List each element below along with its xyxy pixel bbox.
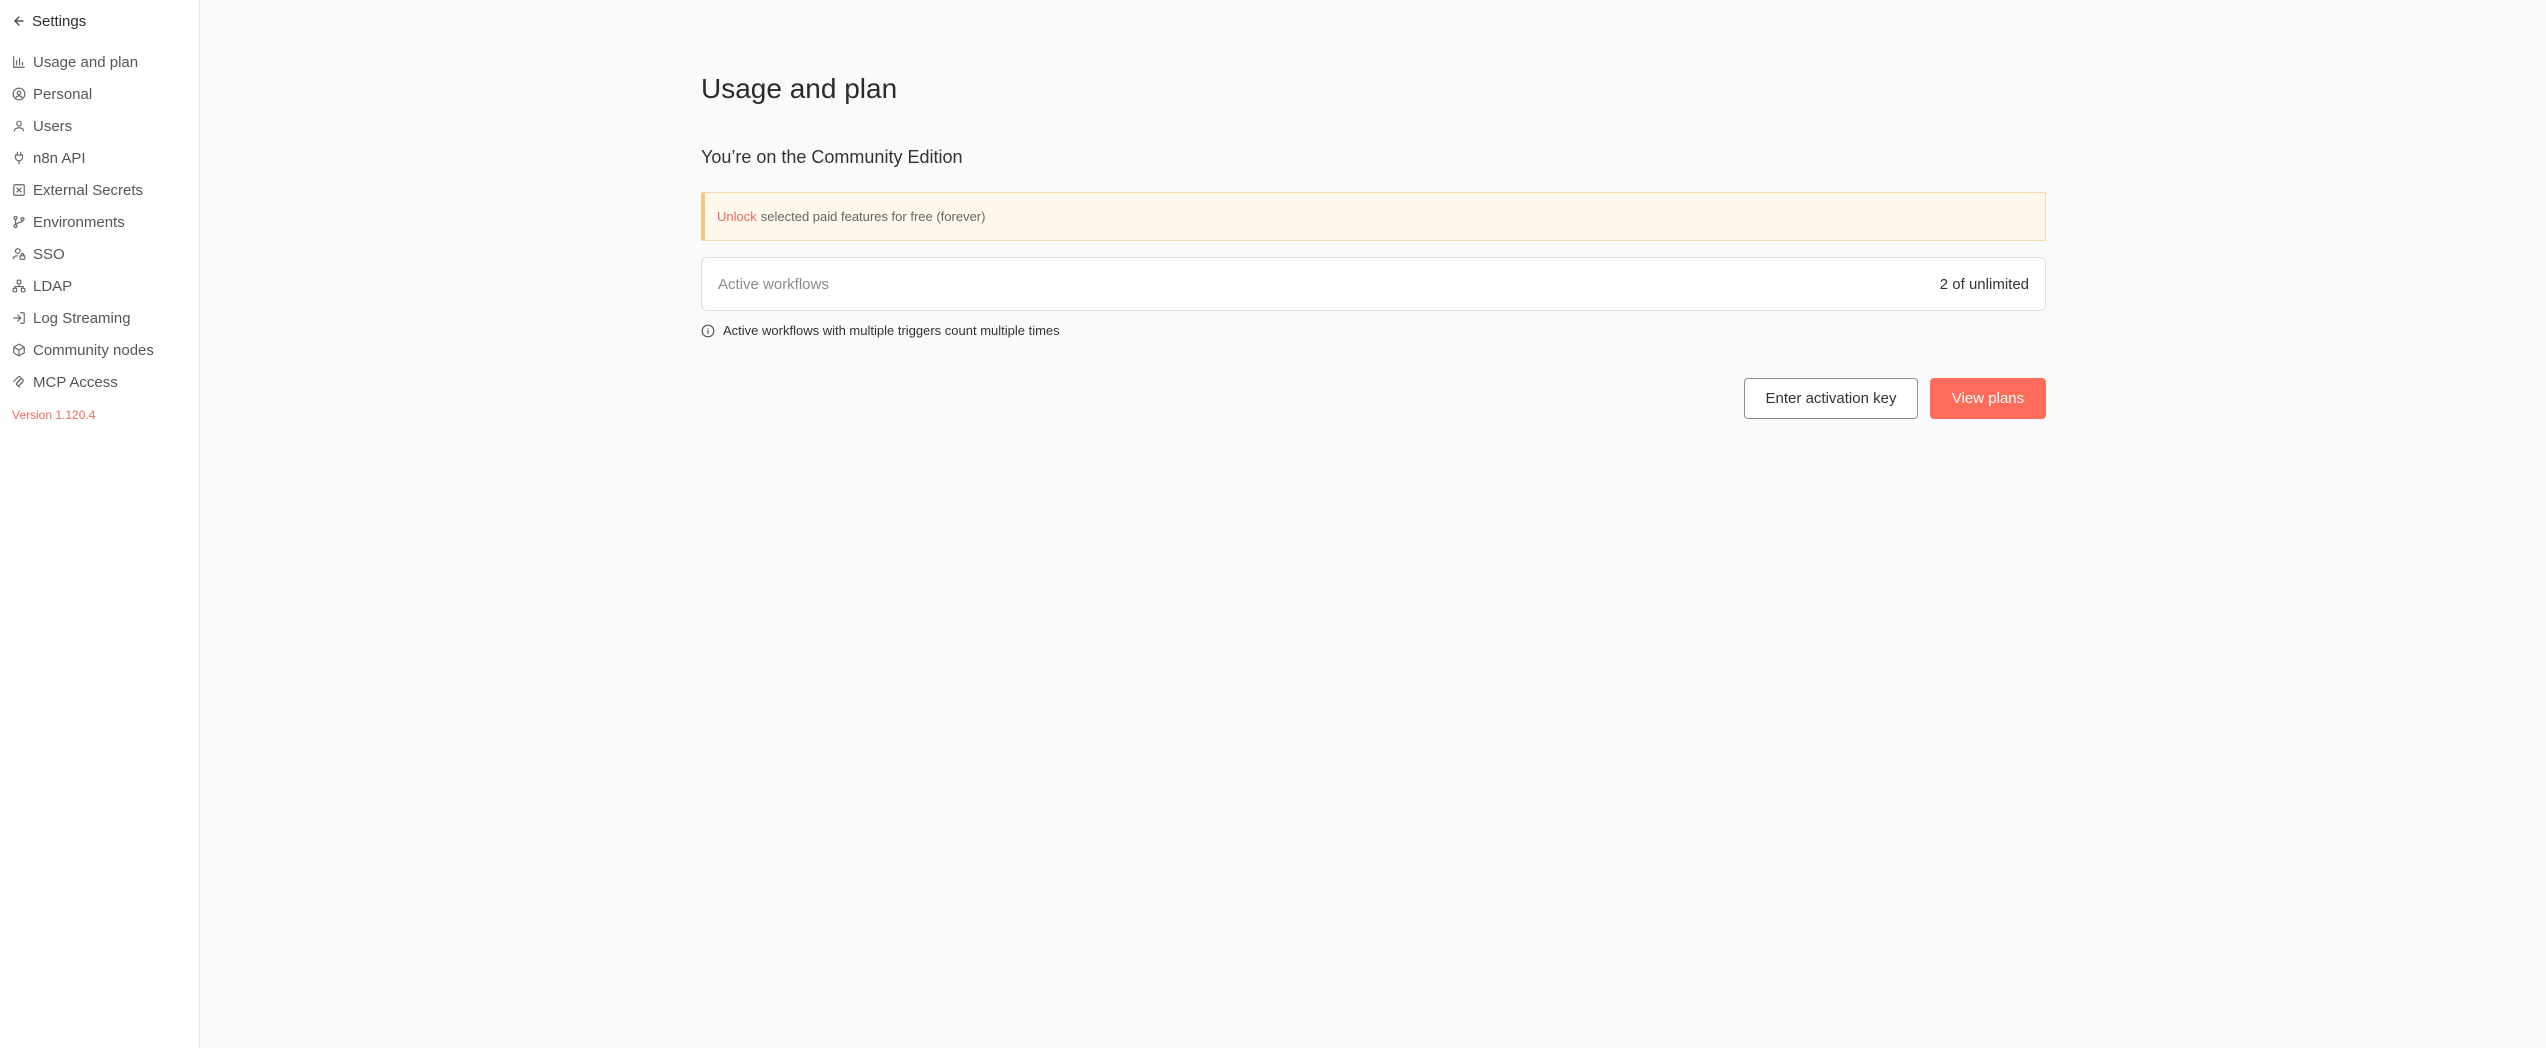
usage-value: 2 of unlimited xyxy=(1939,275,2029,293)
user-lock-icon xyxy=(12,247,26,261)
plug-icon xyxy=(12,151,26,165)
sidebar-item-label: n8n API xyxy=(33,149,86,167)
log-in-icon xyxy=(12,311,26,325)
back-to-settings[interactable]: Settings xyxy=(0,10,199,32)
version-link[interactable]: Version 1.120.4 xyxy=(0,408,95,422)
user-circle-icon xyxy=(12,87,26,101)
sidebar-item-log-streaming[interactable]: Log Streaming xyxy=(0,302,199,334)
edition-heading: You’re on the Community Edition xyxy=(701,147,963,167)
sidebar-item-label: Environments xyxy=(33,213,125,231)
view-plans-button[interactable]: View plans xyxy=(1930,378,2046,419)
box-icon xyxy=(12,343,26,357)
sidebar-item-ldap[interactable]: LDAP xyxy=(0,270,199,302)
square-x-icon xyxy=(12,183,26,197)
sidebar-item-n8n-api[interactable]: n8n API xyxy=(0,142,199,174)
arrow-left-icon xyxy=(14,16,24,26)
callout-text: selected paid features for free (forever… xyxy=(760,209,986,224)
mcp-icon xyxy=(12,375,26,389)
sidebar-item-environments[interactable]: Environments xyxy=(0,206,199,238)
sidebar-item-label: Personal xyxy=(33,85,93,103)
sidebar-item-label: Log Streaming xyxy=(33,309,131,327)
settings-sidebar: Settings Usage and plan Personal Users n… xyxy=(0,0,200,1048)
triggers-note: Active workflows with multiple triggers … xyxy=(701,323,2046,338)
sidebar-item-label: MCP Access xyxy=(33,373,118,391)
enter-activation-key-button[interactable]: Enter activation key xyxy=(1744,378,1918,419)
bar-chart-icon xyxy=(12,55,26,69)
usage-label: Active workflows xyxy=(718,275,829,293)
sidebar-item-usage-and-plan[interactable]: Usage and plan xyxy=(0,46,199,78)
sidebar-item-sso[interactable]: SSO xyxy=(0,238,199,270)
sidebar-item-label: LDAP xyxy=(33,277,73,295)
unlock-callout: Unlock selected paid features for free (… xyxy=(701,192,2046,241)
page-title: Usage and plan xyxy=(701,73,898,104)
git-branch-icon xyxy=(12,215,26,229)
note-text: Active workflows with multiple triggers … xyxy=(723,323,1060,338)
sidebar-item-label: SSO xyxy=(33,245,65,263)
sidebar-item-personal[interactable]: Personal xyxy=(0,78,199,110)
info-icon xyxy=(701,324,715,337)
network-icon xyxy=(12,279,26,293)
plan-actions: Enter activation key View plans xyxy=(701,378,2046,419)
active-workflows-box: Active workflows 2 of unlimited xyxy=(701,257,2046,311)
sidebar-item-community-nodes[interactable]: Community nodes xyxy=(0,334,199,366)
usage-content: Usage and plan You’re on the Community E… xyxy=(701,72,2046,419)
sidebar-item-external-secrets[interactable]: External Secrets xyxy=(0,174,199,206)
unlock-link[interactable]: Unlock xyxy=(717,209,757,224)
sidebar-item-users[interactable]: Users xyxy=(0,110,199,142)
sidebar-title: Settings xyxy=(32,12,87,30)
sidebar-item-label: Usage and plan xyxy=(33,53,139,71)
main-area: Usage and plan You’re on the Community E… xyxy=(200,0,2546,1048)
user-icon xyxy=(12,119,26,133)
app-root: Settings Usage and plan Personal Users n… xyxy=(0,0,2546,1048)
settings-nav: Usage and plan Personal Users n8n API Ex… xyxy=(0,46,199,398)
sidebar-item-label: External Secrets xyxy=(33,181,144,199)
sidebar-item-label: Users xyxy=(33,117,73,135)
sidebar-item-label: Community nodes xyxy=(33,341,154,359)
sidebar-item-mcp-access[interactable]: MCP Access xyxy=(0,366,199,398)
